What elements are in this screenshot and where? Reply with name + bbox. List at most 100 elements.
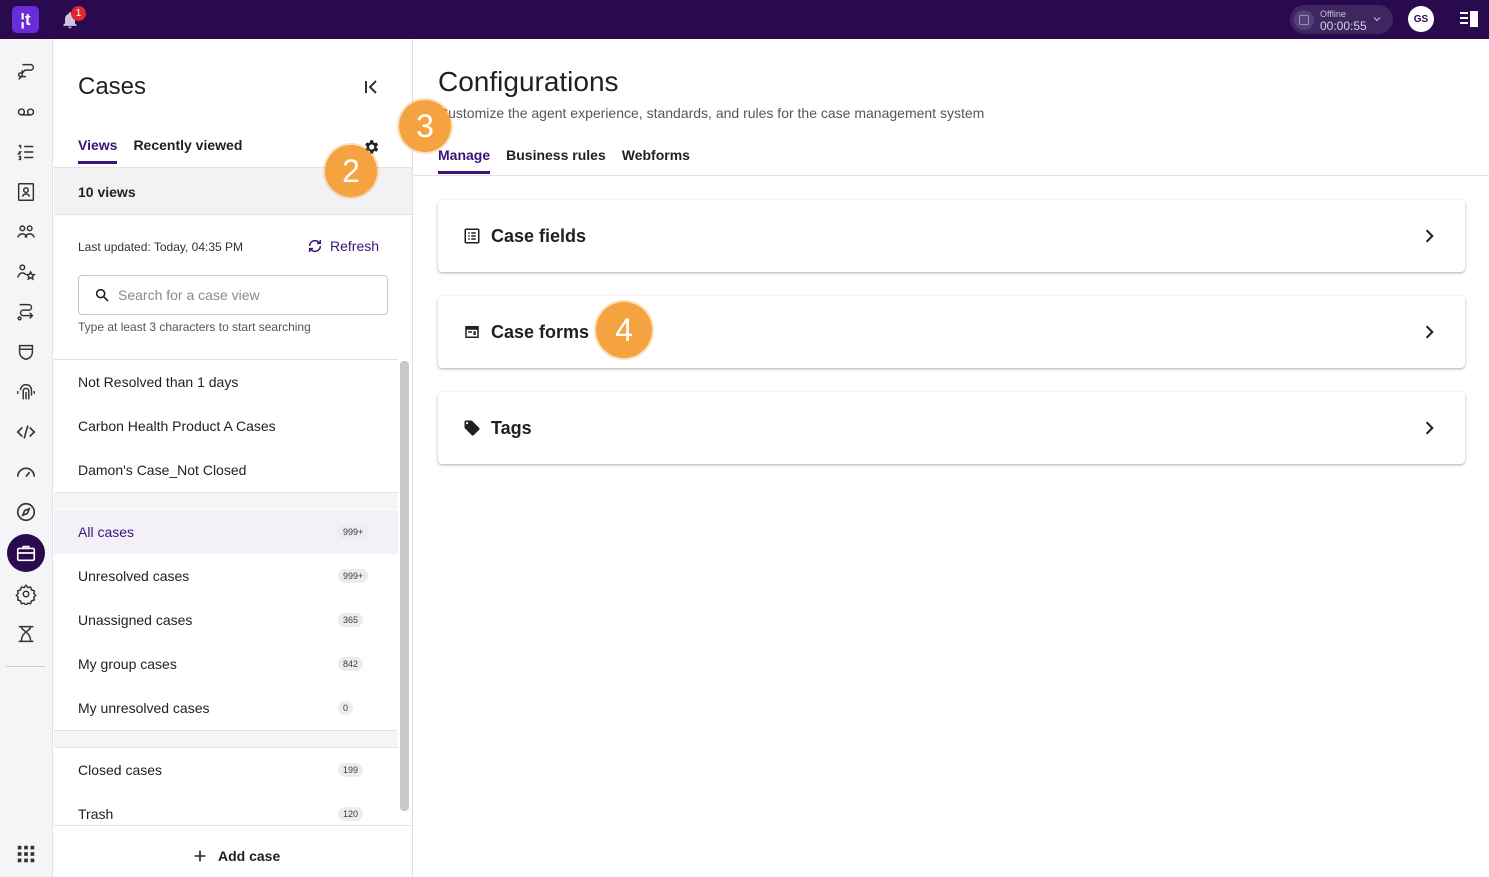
conversations-icon[interactable]: [9, 55, 43, 89]
case-fields-card[interactable]: Case fields: [438, 200, 1465, 272]
app-logo[interactable]: ¦t: [12, 6, 39, 33]
page-subtitle: Customize the agent experience, standard…: [438, 105, 985, 121]
workflow-icon[interactable]: [9, 617, 43, 651]
configuration-tabs: Manage Business rules Webforms: [438, 147, 690, 174]
scrollbar-thumb[interactable]: [400, 361, 409, 811]
view-label: Carbon Health Product A Cases: [78, 418, 276, 434]
routing-icon[interactable]: [9, 295, 43, 329]
chevron-right-icon: [1425, 421, 1434, 435]
list-item[interactable]: Damon's Case_Not Closed: [54, 448, 398, 492]
chevron-right-icon: [1425, 229, 1434, 243]
fingerprint-icon[interactable]: [9, 375, 43, 409]
task-list-icon[interactable]: [9, 135, 43, 169]
case-forms-card[interactable]: Case forms: [438, 296, 1465, 368]
count-badge: 999+: [338, 525, 369, 539]
step-marker-3: 3: [399, 100, 451, 152]
view-label: Not Resolved than 1 days: [78, 374, 239, 390]
count-badge: 842: [338, 657, 364, 671]
view-label: Unresolved cases: [78, 568, 190, 584]
list-item[interactable]: All cases 999+: [54, 510, 398, 554]
chevron-right-icon: [1425, 325, 1434, 339]
list-item[interactable]: Trash 120: [54, 792, 398, 825]
refresh-button[interactable]: Refresh: [307, 238, 379, 254]
list-item[interactable]: Unassigned cases 365: [54, 598, 398, 642]
last-updated-label: Last updated:: [78, 240, 151, 254]
collapse-panel-icon[interactable]: [362, 77, 382, 97]
security-icon[interactable]: [9, 335, 43, 369]
form-icon: [465, 326, 479, 338]
count-badge: 0: [338, 701, 354, 715]
case-views-list: Not Resolved than 1 days Carbon Health P…: [54, 359, 398, 825]
tab-business-rules[interactable]: Business rules: [506, 147, 606, 174]
agent-timer: 00:00:55: [1320, 18, 1367, 33]
plus-icon: [194, 850, 206, 862]
count-badge: 999+: [338, 569, 369, 583]
agent-status-dropdown[interactable]: Offline 00:00:55: [1290, 5, 1393, 34]
chevron-down-icon: [1373, 17, 1381, 22]
cases-icon[interactable]: [7, 534, 45, 572]
navigation-rail: [0, 39, 53, 877]
developer-icon[interactable]: [9, 415, 43, 449]
user-avatar[interactable]: GS: [1408, 6, 1434, 32]
settings-icon[interactable]: [9, 577, 43, 611]
notification-count-badge: 1: [71, 6, 86, 21]
cases-view-tabs: Views Recently viewed: [78, 137, 242, 164]
top-bar: ¦t 1 Offline 00:00:55 GS: [0, 0, 1489, 39]
refresh-label: Refresh: [330, 238, 380, 254]
group-gap: [54, 731, 398, 747]
card-label: Case forms: [491, 321, 590, 342]
view-label: My group cases: [78, 656, 177, 672]
voicemail-icon[interactable]: [9, 95, 43, 129]
view-label: My unresolved cases: [78, 700, 210, 716]
add-case-bar: Add case: [54, 825, 412, 877]
contacts-icon[interactable]: [9, 175, 43, 209]
list-item[interactable]: Unresolved cases 999+: [54, 554, 398, 598]
tabs-divider: [414, 175, 1489, 176]
list-scrollbar[interactable]: [400, 361, 409, 811]
tags-card[interactable]: Tags: [438, 392, 1465, 464]
tab-manage[interactable]: Manage: [438, 147, 491, 174]
step-marker-4: 4: [596, 302, 652, 358]
group-gap: [54, 493, 398, 509]
status-stop-icon: [1294, 9, 1314, 30]
app-launcher-icon[interactable]: [9, 837, 43, 871]
rail-divider: [6, 666, 45, 667]
list-item[interactable]: Closed cases 199: [54, 748, 398, 792]
last-updated: Last updated: Today, 04:35 PM: [78, 240, 243, 254]
add-case-button[interactable]: Add case: [192, 848, 280, 864]
skills-icon[interactable]: [9, 255, 43, 289]
count-badge: 365: [338, 613, 364, 627]
agent-status-label: Offline: [1320, 8, 1346, 19]
count-badge: 199: [338, 763, 364, 777]
side-panel-toggle-icon[interactable]: [1459, 10, 1479, 28]
dashboard-icon[interactable]: [9, 455, 43, 489]
view-label: Trash: [78, 806, 114, 822]
list-item[interactable]: Not Resolved than 1 days: [54, 360, 398, 404]
tab-recently-viewed[interactable]: Recently viewed: [133, 137, 242, 164]
search-icon: [95, 288, 109, 302]
tab-views[interactable]: Views: [78, 137, 118, 164]
list-item[interactable]: My unresolved cases 0: [54, 686, 398, 730]
page-title: Configurations: [438, 66, 619, 97]
view-label: Damon's Case_Not Closed: [78, 462, 247, 478]
search-hint: Type at least 3 characters to start sear…: [78, 320, 311, 334]
main-content: Configurations Customize the agent exper…: [414, 39, 1489, 877]
card-label: Case fields: [491, 225, 587, 246]
views-count: 10 views: [78, 184, 136, 200]
card-label: Tags: [491, 417, 532, 438]
last-updated-value: Today, 04:35 PM: [153, 240, 244, 254]
count-badge: 120: [338, 807, 364, 821]
view-label: Closed cases: [78, 762, 163, 778]
tab-webforms[interactable]: Webforms: [622, 147, 690, 174]
explore-icon[interactable]: [9, 495, 43, 529]
list-item[interactable]: My group cases 842: [54, 642, 398, 686]
tag-icon: [464, 420, 480, 436]
case-view-search: [78, 275, 388, 315]
view-label: All cases: [78, 524, 135, 540]
list-icon: [464, 228, 480, 244]
list-item[interactable]: Carbon Health Product A Cases: [54, 404, 398, 448]
team-icon[interactable]: [9, 215, 43, 249]
step-marker-2: 2: [325, 145, 377, 197]
refresh-icon: [308, 239, 322, 253]
search-input[interactable]: [118, 287, 368, 303]
